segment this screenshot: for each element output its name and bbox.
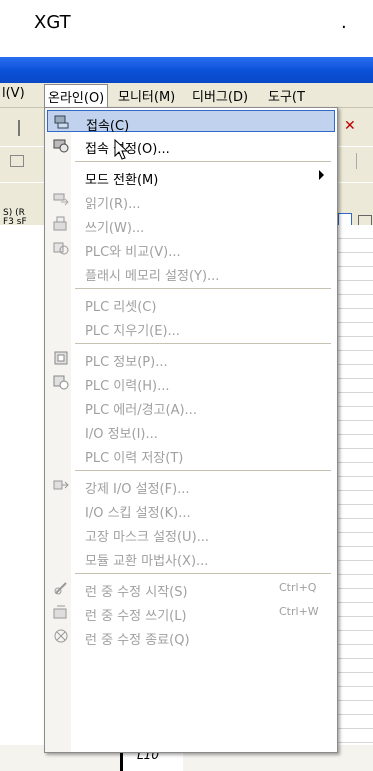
menu-item-plc-clear[interactable]: PLC 지우기(E)...: [47, 316, 335, 339]
menu-item-compare[interactable]: PLC와 비교(V)...: [47, 237, 335, 260]
menu-item-label: PLC 이력(H)...: [85, 379, 170, 394]
online-menu-dropdown: 접속(C) 접속 설정(O)... 모드 전환(M) 읽기(R)... 쓰기(W…: [44, 107, 338, 753]
menu-item-plc-error[interactable]: PLC 에러/경고(A)...: [47, 395, 335, 418]
menu-item-run-edit-start[interactable]: 런 중 수정 시작(S) Ctrl+Q: [47, 577, 335, 600]
menu-item-plc-info[interactable]: PLC 정보(P)...: [47, 347, 335, 370]
menu-item-label: 런 중 수정 종료(Q): [85, 633, 190, 648]
toolbar-separator: [356, 153, 373, 169]
compare-icon: [53, 240, 69, 256]
menu-item-label: I/O 스킵 설정(K)...: [85, 506, 191, 521]
menu-item-label: PLC 에러/경고(A)...: [85, 403, 197, 418]
menu-item-flash-memory[interactable]: 플래시 메모리 설정(Y)...: [47, 261, 335, 284]
menu-item-label: 런 중 수정 시작(S): [85, 585, 188, 600]
run-edit-write-icon: [53, 604, 69, 620]
menu-item-run-edit-write[interactable]: 런 중 수정 쓰기(L) Ctrl+W: [47, 601, 335, 624]
menu-item-label: 읽기(R)...: [85, 197, 141, 212]
menu-item-label: 런 중 수정 쓰기(L): [85, 609, 187, 624]
menu-separator: [75, 343, 331, 344]
menu-item-label: 쓰기(W)...: [85, 221, 145, 236]
plc-history-icon: [53, 374, 69, 390]
run-edit-end-icon: [53, 628, 69, 644]
disconnect-icon[interactable]: ✕: [344, 118, 360, 134]
menu-item-label: PLC 이력 저장(T): [85, 451, 184, 466]
menu-item-label: 강제 I/O 설정(F)...: [85, 482, 190, 497]
menu-item-plc-history[interactable]: PLC 이력(H)...: [47, 371, 335, 394]
menu-item-connection-settings[interactable]: 접속 설정(O)...: [47, 134, 335, 157]
menu-item-write[interactable]: 쓰기(W)...: [47, 213, 335, 236]
submenu-arrow-icon: [319, 170, 324, 180]
menu-item-run-edit-end[interactable]: 런 중 수정 종료(Q): [47, 625, 335, 648]
menu-item-label: PLC 지우기(E)...: [85, 324, 180, 339]
menu-item-plc-reset[interactable]: PLC 리셋(C): [47, 292, 335, 315]
caption-dot: .: [341, 12, 347, 33]
toolbar-grip-icon: [18, 120, 36, 136]
menu-item-io-info[interactable]: I/O 정보(I)...: [47, 419, 335, 442]
menu-item-label: PLC 정보(P)...: [85, 355, 168, 370]
menu-item-mode-switch[interactable]: 모드 전환(M): [47, 165, 335, 188]
read-icon: [53, 192, 69, 208]
menu-item-label: 고장 마스크 설정(U)...: [85, 530, 210, 545]
plc-info-icon: [53, 350, 69, 366]
monitor-icon[interactable]: [10, 155, 24, 167]
menu-item-label: PLC 리셋(C): [85, 300, 157, 315]
menu-tools[interactable]: 도구(T: [268, 86, 305, 105]
menu-item-label: 모드 전환(M): [85, 173, 159, 188]
run-edit-start-icon: [53, 580, 69, 596]
menu-separator: [75, 288, 331, 289]
menu-item-save-history[interactable]: PLC 이력 저장(T): [47, 443, 335, 466]
ladder-left-rail: [0, 225, 45, 745]
mouse-cursor-icon: [114, 139, 128, 160]
menu-item-shortcut: Ctrl+W: [279, 605, 319, 618]
menu-item-shortcut: Ctrl+Q: [279, 581, 317, 594]
menu-debug[interactable]: 디버그(D): [192, 86, 248, 105]
menu-item-label: 접속(C): [86, 119, 130, 134]
write-icon: [53, 216, 69, 232]
menu-item-label: I/O 정보(I)...: [85, 427, 158, 442]
menu-monitor[interactable]: 모니터(M): [118, 86, 175, 105]
menu-item-connect[interactable]: 접속(C): [47, 110, 335, 134]
menu-online[interactable]: 온라인(O): [44, 84, 109, 109]
connect-icon: [54, 114, 70, 130]
menu-item-label: 모듈 교환 마법사(X)...: [85, 554, 209, 569]
menu-item-force-io[interactable]: 강제 I/O 설정(F)...: [47, 474, 335, 497]
menu-item-module-wizard[interactable]: 모듈 교환 마법사(X)...: [47, 546, 335, 569]
menu-bar: l(V) 온라인(O) 모니터(M) 디버그(D) 도구(T: [0, 83, 373, 109]
menu-separator: [75, 573, 331, 574]
menu-item-io-skip[interactable]: I/O 스킵 설정(K)...: [47, 498, 335, 521]
menu-view[interactable]: l(V): [2, 86, 25, 101]
menu-separator: [75, 161, 331, 162]
caption-title: XGT: [34, 12, 71, 33]
window-titlebar[interactable]: [0, 57, 373, 83]
menu-separator: [75, 470, 331, 471]
menu-item-read[interactable]: 읽기(R)...: [47, 189, 335, 212]
menu-item-label: PLC와 비교(V)...: [85, 245, 181, 260]
force-io-icon: [53, 477, 69, 493]
connection-settings-icon: [53, 137, 69, 153]
menu-item-label: 플래시 메모리 설정(Y)...: [85, 269, 220, 284]
menu-item-fault-mask[interactable]: 고장 마스크 설정(U)...: [47, 522, 335, 545]
